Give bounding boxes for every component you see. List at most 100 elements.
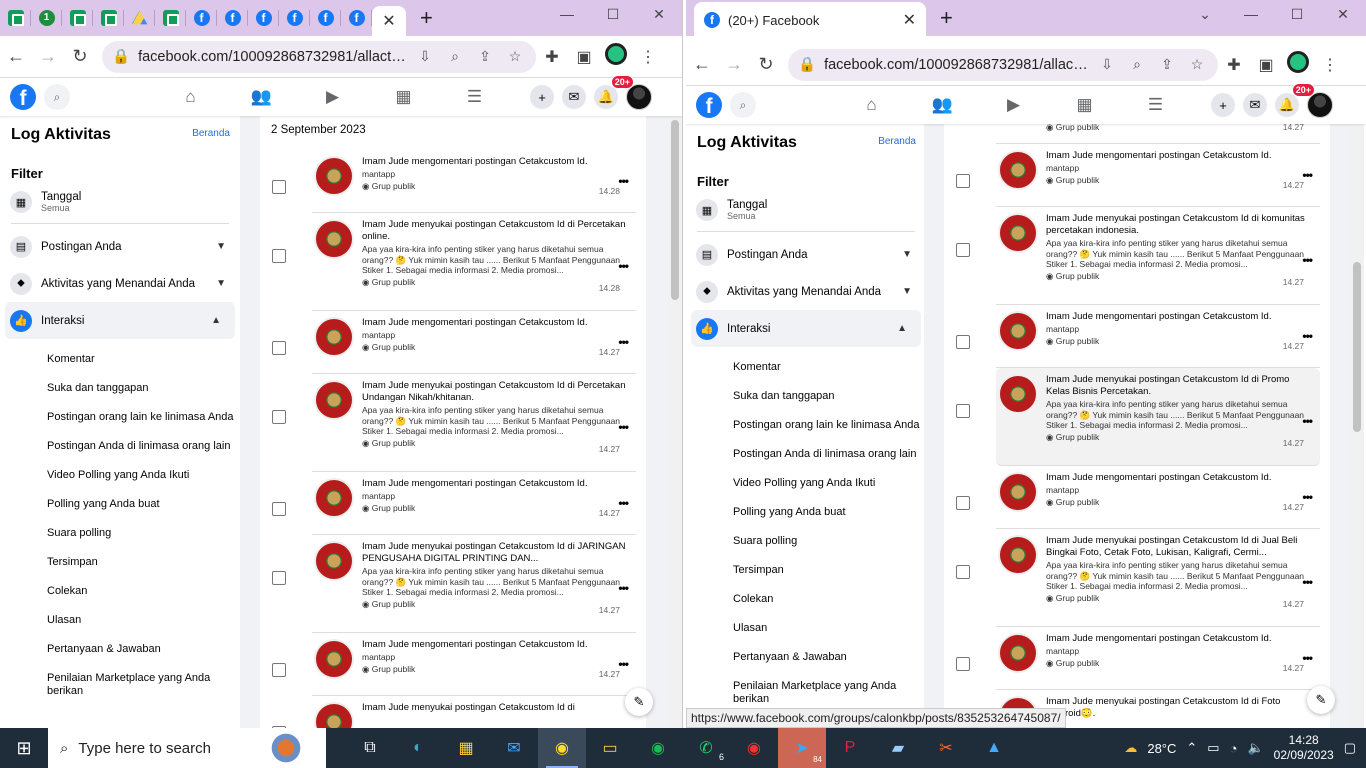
close-window-icon[interactable]: ✕: [636, 6, 682, 23]
select-checkbox[interactable]: [272, 410, 286, 424]
more-options-icon[interactable]: •••: [1302, 651, 1313, 665]
forward-button[interactable]: →: [32, 46, 64, 67]
chevron-up-icon[interactable]: ⌃: [1186, 740, 1197, 756]
windows-start-icon[interactable]: ⊞: [0, 728, 48, 768]
sidebar-subitem[interactable]: Postingan orang lain ke linimasa Anda: [0, 411, 240, 424]
volume-icon[interactable]: 🔈: [1247, 740, 1263, 756]
store-icon[interactable]: ▦: [442, 728, 490, 768]
address-bar[interactable]: 🔒 facebook.com/100092868732981/allactivi…: [102, 40, 536, 73]
address-bar[interactable]: 🔒 facebook.com/100092868732981/allactiv.…: [788, 48, 1218, 81]
marketplace-icon[interactable]: ▦: [368, 87, 439, 107]
install-icon[interactable]: ⇩: [414, 48, 436, 65]
select-checkbox[interactable]: [272, 663, 286, 677]
select-checkbox[interactable]: [272, 341, 286, 355]
weather-temp[interactable]: 28°C: [1147, 741, 1176, 756]
sidebar-item-postingan[interactable]: ▤ Postingan Anda ▼: [686, 236, 926, 273]
notifications-icon[interactable]: 🔔 20+: [594, 75, 634, 109]
sidebar-item-aktivitas[interactable]: ⬥ Aktivitas yang Menandai Anda ▼: [0, 265, 240, 302]
tab-facebook[interactable]: f: [248, 0, 279, 36]
spotify-icon[interactable]: ◉: [634, 728, 682, 768]
weather-icon[interactable]: ☁: [1124, 740, 1137, 756]
extensions-icon[interactable]: ✚: [536, 47, 568, 67]
messenger-icon[interactable]: ✉: [1243, 93, 1267, 117]
new-tab-button[interactable]: +: [420, 7, 433, 29]
sidebar-item-aktivitas[interactable]: ⬥ Aktivitas yang Menandai Anda ▼: [686, 273, 926, 310]
new-tab-button[interactable]: +: [940, 7, 953, 29]
create-icon[interactable]: +: [530, 85, 554, 109]
activity-entry[interactable]: Imam Jude mengomentari postingan Cetakcu…: [956, 305, 1320, 368]
beranda-link[interactable]: Beranda: [192, 128, 230, 139]
select-checkbox[interactable]: [272, 180, 286, 194]
marketplace-icon[interactable]: ▦: [1049, 95, 1120, 115]
sidepanel-icon[interactable]: ▣: [1250, 55, 1282, 75]
back-button[interactable]: ←: [0, 46, 32, 67]
back-button[interactable]: ←: [686, 54, 718, 75]
home-icon[interactable]: ⌂: [836, 95, 907, 115]
menu-kebab-icon[interactable]: ⋮: [632, 47, 664, 67]
maximize-icon[interactable]: ☐: [1274, 6, 1320, 23]
sidepanel-icon[interactable]: ▣: [568, 47, 600, 67]
filter-date[interactable]: ▦ Tanggal Semua: [0, 185, 240, 219]
menu-icon[interactable]: ☰: [439, 87, 510, 107]
select-checkbox[interactable]: [956, 565, 970, 579]
sidebar-subitem[interactable]: Ulasan: [0, 614, 240, 627]
minimize-icon[interactable]: —: [1228, 6, 1274, 22]
select-checkbox[interactable]: [956, 657, 970, 671]
telegram-icon[interactable]: ➤ 84: [778, 728, 826, 768]
filter-date[interactable]: ▦ Tanggal Semua: [686, 193, 926, 227]
activity-entry[interactable]: Imam Jude menyukai postingan Cetakcustom…: [956, 529, 1320, 627]
sidebar-subitem[interactable]: Colekan: [0, 585, 240, 598]
clock[interactable]: 14:28 02/09/2023: [1274, 733, 1334, 763]
reload-button[interactable]: ↻: [64, 46, 96, 67]
chevron-down-icon[interactable]: ▼: [216, 241, 226, 252]
sidebar-item-interaksi[interactable]: 👍 Interaksi ▲: [691, 310, 921, 347]
notifications-icon[interactable]: 🔔 20+: [1275, 83, 1315, 117]
sidebar-subitem[interactable]: Postingan orang lain ke linimasa Anda: [686, 419, 926, 432]
wifi-icon[interactable]: ◔: [1230, 741, 1238, 756]
friends-icon[interactable]: 👥: [907, 95, 978, 115]
select-checkbox[interactable]: [956, 243, 970, 257]
profile-button[interactable]: [600, 43, 632, 70]
facebook-logo[interactable]: f: [696, 92, 722, 118]
activity-entry[interactable]: Imam Jude mengomentari postingan Cetakcu…: [956, 627, 1320, 690]
select-checkbox[interactable]: [956, 496, 970, 510]
scrollbar[interactable]: [1350, 124, 1364, 728]
select-checkbox[interactable]: [272, 502, 286, 516]
more-options-icon[interactable]: •••: [1302, 329, 1313, 343]
tab-facebook[interactable]: f: [186, 0, 217, 36]
battery-icon[interactable]: ▭: [1207, 740, 1219, 756]
tab-facebook[interactable]: f: [310, 0, 341, 36]
more-options-icon[interactable]: •••: [1302, 168, 1313, 182]
more-options-icon[interactable]: •••: [618, 259, 629, 273]
maximize-icon[interactable]: ☐: [590, 6, 636, 23]
close-tab-icon[interactable]: ✕: [903, 10, 916, 30]
select-checkbox[interactable]: [956, 335, 970, 349]
notes-icon[interactable]: ▰: [874, 728, 922, 768]
sidebar-subitem[interactable]: Colekan: [686, 593, 926, 606]
menu-kebab-icon[interactable]: ⋮: [1314, 55, 1346, 75]
sidebar-subitem[interactable]: Penilaian Marketplace yang Anda berikan: [0, 672, 240, 698]
sidebar-subitem[interactable]: Ulasan: [686, 622, 926, 635]
home-icon[interactable]: ⌂: [155, 87, 226, 107]
more-options-icon[interactable]: •••: [1302, 253, 1313, 267]
file-explorer-icon[interactable]: ▭: [586, 728, 634, 768]
activity-entry[interactable]: Imam Jude mengomentari postingan Cetakcu…: [956, 144, 1320, 207]
sidebar-subitem[interactable]: Suka dan tanggapan: [0, 382, 240, 395]
create-icon[interactable]: +: [1211, 93, 1235, 117]
share-icon[interactable]: ⇪: [1156, 56, 1178, 73]
tab-sheets[interactable]: [62, 0, 93, 36]
activity-entry[interactable]: Imam Jude menyukai postingan Cetakcustom…: [272, 374, 636, 472]
sidebar-subitem[interactable]: Postingan Anda di linimasa orang lain: [0, 440, 240, 453]
taskbar-search[interactable]: ⌕ Type here to search: [48, 728, 326, 768]
more-options-icon[interactable]: •••: [618, 174, 629, 188]
select-checkbox[interactable]: [272, 571, 286, 585]
tab-drive[interactable]: [124, 0, 155, 36]
select-checkbox[interactable]: [956, 174, 970, 188]
menu-icon[interactable]: ☰: [1120, 95, 1191, 115]
chevron-up-icon[interactable]: ▲: [211, 315, 221, 326]
task-view-icon[interactable]: ⧉: [346, 728, 394, 768]
more-options-icon[interactable]: •••: [618, 420, 629, 434]
scrollbar[interactable]: [668, 116, 682, 728]
activity-entry[interactable]: Imam Jude menyukai postingan Cetakcustom…: [956, 207, 1320, 305]
sidebar-subitem[interactable]: Tersimpan: [686, 564, 926, 577]
